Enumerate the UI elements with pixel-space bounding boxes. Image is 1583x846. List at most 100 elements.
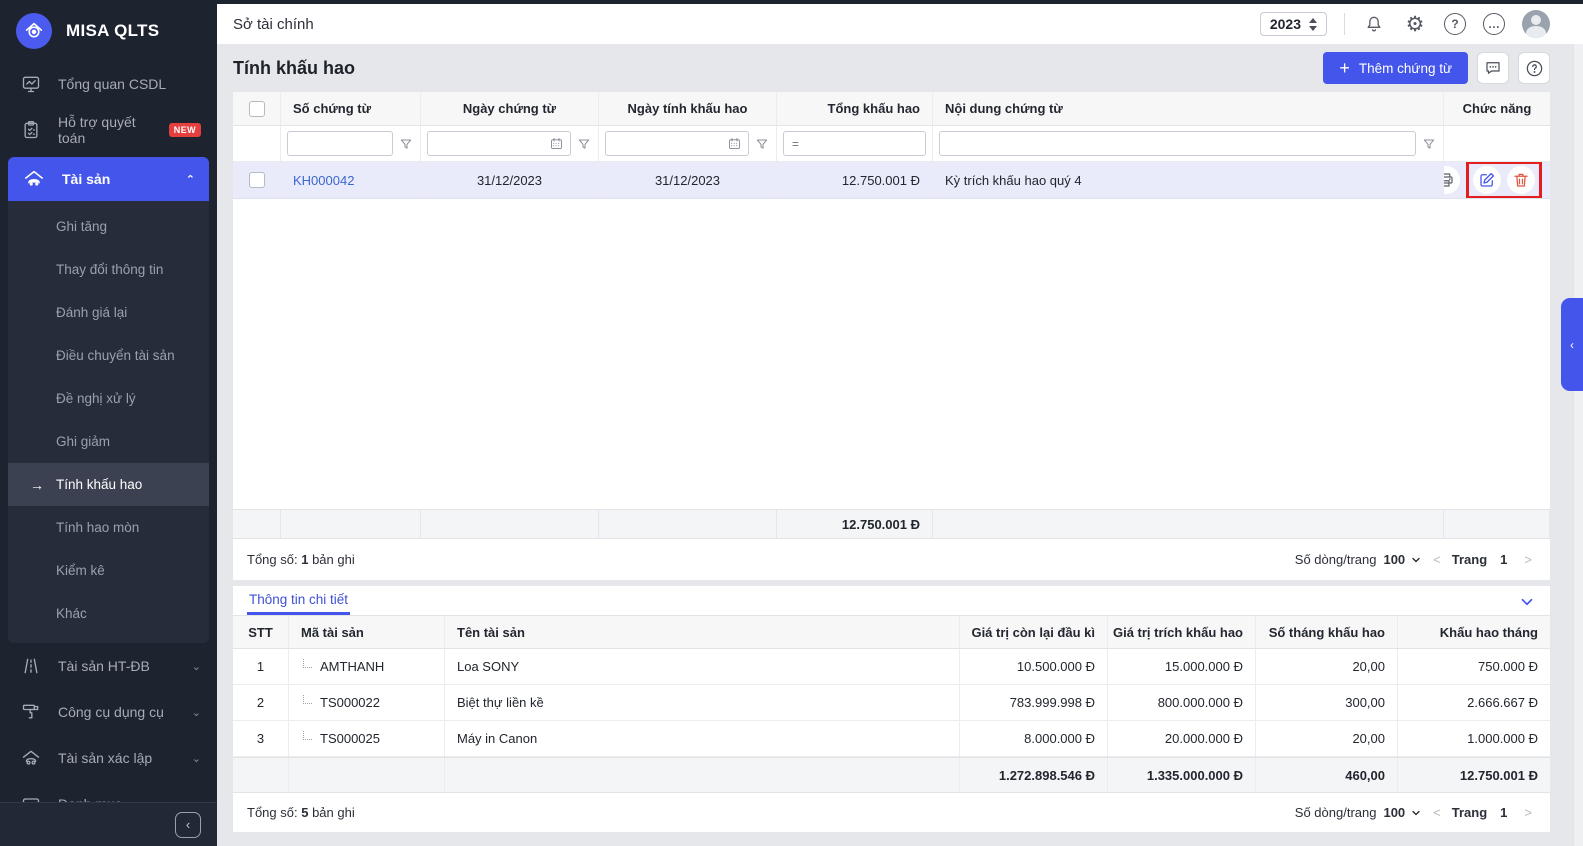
rows-per-page-select[interactable]: 100 (1383, 805, 1422, 820)
detail-row[interactable]: 1 AMTHANH Loa SONY 10.500.000 Đ 15.000.0… (233, 649, 1550, 685)
record-count: Tổng số: 1 bản ghi (247, 552, 355, 567)
year-selector[interactable]: 2023 (1260, 12, 1327, 36)
sidebar-item-tai-san[interactable]: Tài sản ⌃ (8, 157, 209, 201)
col-stt[interactable]: STT (233, 616, 289, 648)
sidebar-item-label: Tổng quan CSDL (58, 76, 166, 92)
side-panel-toggle[interactable]: ‹ (1561, 298, 1583, 391)
prev-page-button[interactable]: < (1429, 805, 1445, 820)
sidebar-collapse-button[interactable]: ‹ (175, 812, 201, 838)
avatar[interactable] (1522, 10, 1550, 38)
voucher-row[interactable]: KH000042 31/12/2023 31/12/2023 12.750.00… (233, 162, 1550, 199)
page-label: Trang (1452, 805, 1487, 820)
sidebar-item-tinh-khau-hao[interactable]: → Tính khấu hao (8, 463, 209, 506)
next-page-button[interactable]: > (1520, 552, 1536, 567)
next-page-button[interactable]: > (1520, 805, 1536, 820)
sidebar-item-tai-san-ht-db[interactable]: Tài sản HT-ĐB ⌄ (0, 643, 217, 689)
detail-stt: 2 (233, 685, 289, 720)
page-header: Tính khấu hao + Thêm chứng từ (233, 44, 1550, 92)
sidebar-item-tong-quan-csdl[interactable]: Tổng quan CSDL (0, 61, 217, 107)
voucher-total: 12.750.001 Đ (777, 162, 933, 198)
sidebar-item-ho-tro-quyet-toan[interactable]: Hỗ trợ quyết toán NEW (0, 107, 217, 153)
road-icon (20, 655, 42, 677)
detail-row[interactable]: 3 TS000025 Máy in Canon 8.000.000 Đ 20.0… (233, 721, 1550, 757)
filter-description-text[interactable] (946, 136, 1409, 151)
spinner-arrows-icon[interactable] (1309, 18, 1317, 31)
filter-description-input[interactable] (939, 131, 1416, 156)
page-label: Trang (1452, 552, 1487, 567)
tab-thong-tin-chi-tiet[interactable]: Thông tin chi tiết (247, 586, 350, 615)
add-voucher-button[interactable]: + Thêm chứng từ (1323, 52, 1468, 84)
col-noi-dung-chung-tu[interactable]: Nội dung chứng từ (933, 92, 1444, 125)
sidebar-item-cong-cu-dung-cu[interactable]: Công cụ dụng cụ ⌄ (0, 689, 217, 735)
sidebar-item-dieu-chuyen-tai-san[interactable]: Điều chuyển tài sản (8, 334, 209, 377)
delete-button[interactable] (1507, 166, 1535, 194)
sidebar-item-ghi-giam[interactable]: Ghi giảm (8, 420, 209, 463)
sidebar-item-ghi-tang[interactable]: Ghi tăng (8, 205, 209, 248)
col-so-thang-khau-hao[interactable]: Số tháng khấu hao (1256, 616, 1398, 648)
edit-button[interactable] (1473, 166, 1501, 194)
filter-dep-date-input[interactable] (605, 131, 749, 156)
sidebar-item-tinh-hao-mon[interactable]: Tính hao mòn (8, 506, 209, 549)
sidebar-item-khac[interactable]: Khác (8, 592, 209, 635)
select-all-checkbox[interactable] (249, 101, 265, 117)
gear-icon[interactable]: ⚙ (1403, 12, 1427, 36)
col-so-chung-tu[interactable]: Số chứng từ (281, 92, 421, 125)
print-button[interactable] (1444, 166, 1460, 194)
filter-funnel-icon[interactable] (398, 136, 414, 152)
collapse-panel-button[interactable] (1518, 593, 1536, 615)
row-checkbox[interactable] (249, 172, 265, 188)
total-depreciation-value: 1.335.000.000 Đ (1108, 758, 1256, 792)
help-circle-icon (1525, 59, 1544, 78)
brand-logo[interactable]: MISA QLTS (0, 0, 217, 61)
feedback-button[interactable] (1477, 52, 1509, 84)
prev-page-button[interactable]: < (1429, 552, 1445, 567)
filter-dep-date-text[interactable] (612, 136, 721, 151)
chevron-down-icon: ⌄ (192, 660, 201, 673)
col-ten-tai-san[interactable]: Tên tài sản (445, 616, 960, 648)
detail-stt: 3 (233, 721, 289, 756)
scrollbar-track[interactable] (1573, 44, 1583, 846)
filter-total-text[interactable] (807, 136, 919, 151)
equals-operator[interactable]: = (790, 137, 801, 151)
sidebar-item-de-nghi-xu-ly[interactable]: Đề nghị xử lý (8, 377, 209, 420)
tree-branch-icon (303, 659, 312, 668)
sidebar-item-thay-doi-thong-tin[interactable]: Thay đổi thông tin (8, 248, 209, 291)
col-khau-hao-thang[interactable]: Khấu hao tháng (1398, 616, 1550, 648)
filter-doc-date-input[interactable] (427, 131, 571, 156)
filter-doc-date-text[interactable] (434, 136, 543, 151)
col-ngay-chung-tu[interactable]: Ngày chứng từ (421, 92, 599, 125)
page-number[interactable]: 1 (1494, 552, 1513, 567)
page-help-button[interactable] (1518, 52, 1550, 84)
sidebar-item-kiem-ke[interactable]: Kiểm kê (8, 549, 209, 592)
filter-total-input[interactable]: = (783, 131, 926, 156)
help-icon[interactable]: ? (1444, 13, 1466, 35)
calendar-icon[interactable] (727, 136, 742, 151)
depreciation-date: 31/12/2023 (599, 162, 777, 198)
filter-funnel-icon[interactable] (1421, 136, 1437, 152)
rows-per-page-select[interactable]: 100 (1383, 552, 1422, 567)
filter-funnel-icon[interactable] (576, 136, 592, 152)
rows-per-page-label: Số dòng/trang (1295, 805, 1377, 820)
filter-funnel-icon[interactable] (754, 136, 770, 152)
depreciation-months: 20,00 (1256, 721, 1398, 756)
col-tong-khau-hao[interactable]: Tổng khấu hao (777, 92, 933, 125)
active-arrow-icon: → (30, 477, 44, 493)
sidebar-item-tai-san-xac-lap[interactable]: Tài sản xác lập ⌄ (0, 735, 217, 781)
col-gia-tri-trich-khau-hao[interactable]: Giá trị trích khấu hao (1108, 616, 1256, 648)
col-ngay-tinh-khau-hao[interactable]: Ngày tính khấu hao (599, 92, 777, 125)
page-number[interactable]: 1 (1494, 805, 1513, 820)
detail-row[interactable]: 2 TS000022 Biệt thự liền kề 783.999.998 … (233, 685, 1550, 721)
record-count-unit: bản ghi (312, 805, 355, 820)
depreciation-value: 20.000.000 Đ (1108, 721, 1256, 756)
filter-doc-no-input[interactable] (287, 131, 393, 156)
sidebar-item-danh-gia-lai[interactable]: Đánh giá lại (8, 291, 209, 334)
col-ma-tai-san[interactable]: Mã tài sản (289, 616, 445, 648)
filter-doc-no-text[interactable] (294, 136, 386, 151)
voucher-number-link[interactable]: KH000042 (293, 173, 354, 188)
more-options-icon[interactable]: … (1483, 13, 1505, 35)
detail-table-footer: Tổng số: 5 bản ghi Số dòng/trang 100 < T… (233, 793, 1550, 832)
bell-icon[interactable] (1362, 12, 1386, 36)
sub-item-label: Ghi tăng (56, 219, 107, 234)
calendar-icon[interactable] (549, 136, 564, 151)
col-gia-tri-con-lai[interactable]: Giá trị còn lại đầu kì (960, 616, 1108, 648)
